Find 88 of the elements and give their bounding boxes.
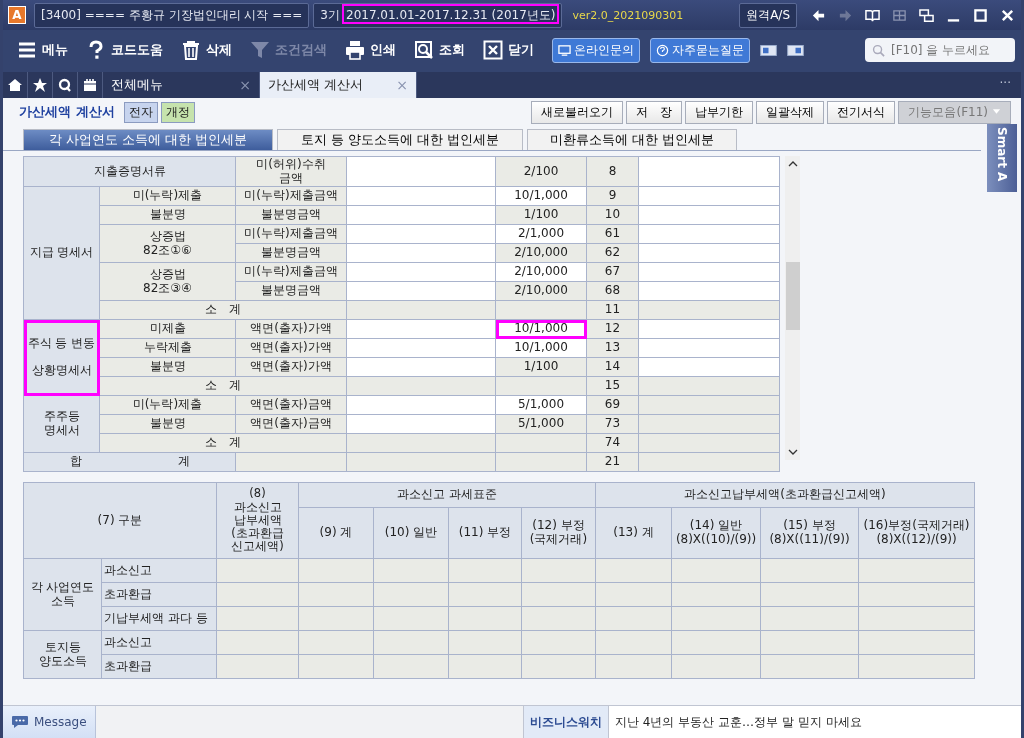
row-header: 토지등 양도소득 [23, 630, 102, 679]
scroll-up-icon[interactable] [787, 161, 798, 167]
grid-icon[interactable] [892, 7, 907, 23]
column-header: (12) 부정 (국제거래) [521, 507, 596, 559]
window-layout-icon[interactable] [760, 44, 777, 56]
sub-header: 상증법 82조③④ [99, 262, 236, 301]
document-tab[interactable]: 가산세액 계산서 × [260, 72, 417, 98]
column-header: (8) 과소신고 납부세액 (초과환급 신고세액) [216, 482, 299, 559]
action-button[interactable]: 일괄삭제 [756, 100, 825, 124]
quick-link-button[interactable]: 자주묻는질문 [650, 37, 750, 63]
row-label: 초과환급 [101, 654, 217, 679]
close-icon[interactable] [1000, 7, 1015, 23]
company-field[interactable]: [3400] ==== 주황규 기장법인대리 시작 === [34, 2, 310, 28]
windows-icon[interactable] [919, 7, 934, 23]
period-text: 2017.01.01-2017.12.31 (2017년도) [346, 7, 556, 22]
toolbar-button[interactable]: 조회 [406, 36, 473, 64]
period-field[interactable]: 3기 2017.01.01-2017.12.31 (2017년도) [313, 2, 563, 28]
printer-icon [345, 40, 365, 60]
search-field[interactable]: [F10] 을 누르세요 [865, 38, 1015, 62]
row-header: 주주등 명세서 [23, 395, 100, 453]
section-tab[interactable]: 미환류소득에 대한 법인세분 [527, 129, 737, 150]
row-header: 주식 등 변동 상황명세서 [23, 319, 100, 396]
tab-close-button[interactable]: × [239, 77, 251, 93]
tab-label: 전체메뉴 [111, 76, 163, 94]
menu-icon [17, 40, 37, 60]
form-badge: 전자 [123, 101, 158, 123]
trash-icon [181, 40, 201, 60]
back-arrow-icon[interactable] [811, 7, 826, 23]
message-button[interactable]: Message [3, 706, 96, 738]
news-source-label: 비즈니스워치 [523, 706, 608, 738]
code-cell: 8 [586, 156, 639, 187]
action-button[interactable]: 새로불러오기 [531, 100, 624, 124]
toolbar-button[interactable]: 닫기 [475, 36, 542, 64]
scrollbar-thumb[interactable] [785, 262, 800, 330]
close-box-icon [483, 40, 503, 60]
remote-support-button[interactable]: 원격A/S [739, 2, 797, 28]
row-label: 초과환급 [101, 582, 217, 607]
search-icon [872, 44, 885, 57]
book-icon[interactable] [865, 7, 880, 23]
search-icon [414, 40, 434, 60]
note-field[interactable] [638, 156, 780, 187]
row-label: 과소신고 [101, 558, 217, 583]
scrollbar[interactable] [785, 156, 800, 460]
action-button[interactable]: 저 장 [626, 100, 683, 124]
row-header: 각 사업연도 소득 [23, 558, 102, 631]
question-bubble-icon [656, 43, 669, 57]
maximize-icon[interactable] [973, 7, 988, 23]
column-header: (14) 일반 (8)X((10)/(9)) [671, 507, 761, 559]
form-badge: 개정 [160, 101, 195, 123]
action-button[interactable]: 납부기한 [685, 100, 754, 124]
monitor-icon [558, 43, 571, 57]
row-header: 지출증명서류 [23, 156, 236, 187]
term-label: 3기 [320, 6, 340, 24]
news-headline[interactable]: 지난 4년의 부동산 교훈…정부 말 믿지 마세요 [608, 706, 1021, 738]
section-tab[interactable]: 토지 등 양도소득에 대한 법인세분 [277, 129, 523, 150]
column-header: (16)부정(국제거래) (8)X((12)/(9)) [858, 507, 975, 559]
section-tab[interactable]: 각 사업연도 소득에 대한 법인세분 [23, 129, 273, 150]
column-header: (9) 계 [298, 507, 374, 559]
toolbar-button[interactable]: 삭제 [173, 36, 240, 64]
column-header: (10) 일반 [373, 507, 449, 559]
more-button[interactable]: ··· [989, 72, 1021, 98]
row-header: 지급 명세서 [23, 186, 100, 320]
row-label: 과소신고 [101, 630, 217, 655]
row-label: 기납부세액 과다 등 [101, 606, 217, 631]
filter-icon [250, 40, 270, 60]
column-header: 과소신고 과세표준 [298, 482, 596, 508]
column-header: (13) 계 [595, 507, 672, 559]
form-title: 가산세액 계산서 [19, 103, 115, 121]
toolbar-button[interactable]: 인쇄 [337, 36, 404, 64]
quick-link-button[interactable]: 온라인문의 [552, 37, 640, 63]
column-header: (7) 구분 [23, 482, 217, 559]
toolbar-button[interactable]: 메뉴 [9, 36, 76, 64]
app-logo-icon: A [8, 6, 26, 24]
column-header: (11) 부정 [448, 507, 522, 559]
window-layout-icon[interactable] [787, 44, 804, 56]
rate-cell: 2/100 [495, 156, 587, 187]
chat-bubble-icon [11, 715, 29, 729]
tab-label: 가산세액 계산서 [268, 76, 364, 94]
item-label: 미(허위)수취 금액 [235, 156, 347, 187]
sub-header: 상증법 82조①⑥ [99, 224, 236, 263]
version-text: ver2.0_2021090301 [572, 8, 684, 22]
scroll-down-icon[interactable] [787, 449, 798, 455]
amount-field[interactable] [346, 156, 496, 187]
action-button[interactable]: 전기서식 [827, 100, 896, 124]
column-header: 과소신고납부세액(초과환급신고세액) [595, 482, 975, 508]
side-panel-tab[interactable]: Smart A [987, 124, 1017, 192]
column-header: (15) 부정 (8)X((11)/(9)) [760, 507, 859, 559]
toolbar-button[interactable]: 코드도움 [78, 36, 171, 64]
